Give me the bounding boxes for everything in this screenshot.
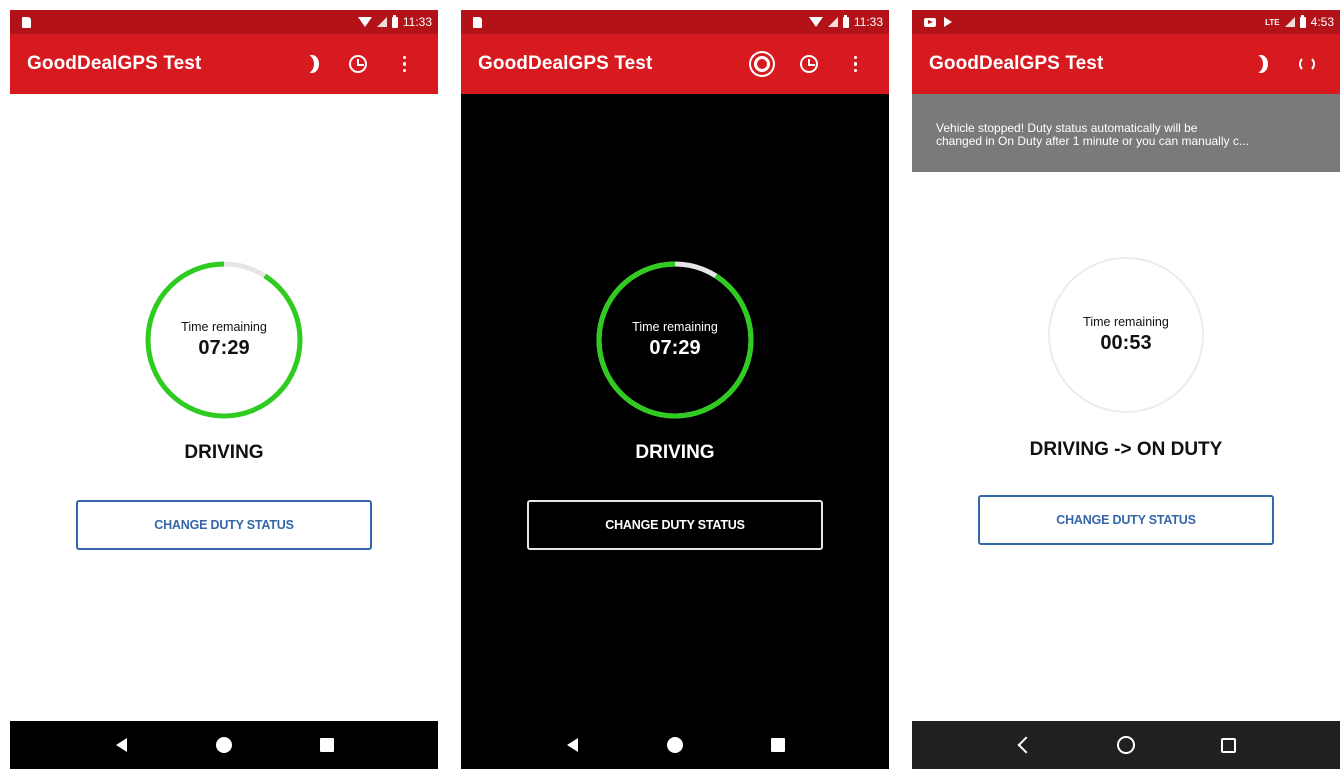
vehicle-stopped-banner: Vehicle stopped! Duty status automatical… [912,94,1340,172]
battery-icon [391,14,398,28]
banner-line-2: changed in On Duty after 1 minute or you… [936,135,1249,148]
moon-icon [1249,55,1263,73]
lte-signal-icon [1284,17,1295,27]
overflow-menu-button[interactable] [832,44,879,84]
nav-home-button[interactable] [1106,725,1146,765]
overflow-menu-icon [853,55,858,73]
app-bar: GoodDealGPS Test [10,34,438,94]
status-bar: LTE 4:53 [912,10,1340,34]
navigation-bar [461,721,889,769]
time-remaining-progress-ring: Time remaining 07:29 [595,260,755,420]
time-remaining-progress-ring: Time remaining 07:29 [144,260,304,420]
app-bar: GoodDealGPS Test [461,34,889,94]
time-remaining-label: Time remaining [632,320,718,334]
nav-back-button[interactable] [1003,725,1043,765]
time-remaining-value: 07:29 [649,337,701,359]
alarm-button[interactable] [334,44,381,84]
nav-recents-button[interactable] [1209,725,1249,765]
main-content: Time remaining 07:29 DRIVING CHANGE DUTY… [10,94,438,721]
back-outline-icon [1017,736,1035,754]
banner-line-1: Vehicle stopped! Duty status automatical… [936,122,1198,135]
phone-screen-dark: 11:33 GoodDealGPS Test Time remaining 07… [461,10,889,769]
navigation-bar [10,721,438,769]
status-time: 11:33 [402,15,432,29]
home-outline-icon [1116,736,1135,754]
app-bar: GoodDealGPS Test [912,34,1340,94]
overflow-menu-button[interactable] [381,44,428,84]
recents-outline-icon [1221,737,1237,753]
alarm-clock-icon [348,55,367,73]
main-content: Time remaining 07:29 DRIVING CHANGE DUTY… [461,94,889,721]
sync-icon [1298,56,1315,72]
back-icon [115,738,127,752]
nav-back-button[interactable] [552,725,592,765]
recents-icon [319,738,334,752]
time-remaining-label: Time remaining [1083,315,1169,329]
home-icon [666,737,683,753]
signal-icon [827,17,838,27]
moon-icon [300,55,314,73]
status-time: 4:53 [1310,15,1334,29]
day-mode-button[interactable] [738,44,785,84]
alarm-button[interactable] [785,44,832,84]
overflow-menu-icon [402,55,407,73]
back-icon [566,738,578,752]
app-title: GoodDealGPS Test [27,53,202,74]
wifi-icon [357,17,372,27]
battery-icon [1299,14,1306,28]
nav-recents-button[interactable] [307,725,347,765]
battery-icon [842,14,849,28]
play-store-icon [944,17,952,27]
navigation-bar [912,721,1340,769]
change-duty-status-button[interactable]: CHANGE DUTY STATUS [527,500,823,550]
night-mode-button[interactable] [287,44,334,84]
duty-status-text: DRIVING [635,442,715,463]
change-duty-status-button[interactable]: CHANGE DUTY STATUS [76,500,372,550]
phone-screen-light: 11:33 GoodDealGPS Test Time remaining 07… [10,10,438,769]
nav-home-button[interactable] [655,725,695,765]
change-duty-status-button[interactable]: CHANGE DUTY STATUS [978,495,1274,545]
status-time: 11:33 [853,15,883,29]
lte-label: LTE [1265,17,1280,27]
time-remaining-progress-ring: Time remaining 00:53 [1046,255,1206,415]
sd-card-icon [473,16,482,28]
sd-card-icon [22,16,31,28]
time-remaining-value: 00:53 [1100,332,1152,354]
night-mode-button[interactable] [1236,44,1283,84]
wifi-icon [808,17,823,27]
time-remaining-value: 07:29 [198,337,250,359]
signal-icon [376,17,387,27]
alarm-clock-icon [799,55,818,73]
time-remaining-label: Time remaining [181,320,267,334]
app-title: GoodDealGPS Test [929,53,1104,74]
app-title: GoodDealGPS Test [478,53,653,74]
phone-screen-with-banner: LTE 4:53 GoodDealGPS Test Vehicle stoppe… [912,10,1340,769]
nav-home-button[interactable] [204,725,244,765]
sun-icon [753,56,770,72]
youtube-icon [924,17,936,27]
duty-status-text: DRIVING -> ON DUTY [1029,439,1223,460]
nav-back-button[interactable] [101,725,141,765]
status-bar: 11:33 [10,10,438,34]
nav-recents-button[interactable] [758,725,798,765]
status-bar: 11:33 [461,10,889,34]
main-content: Time remaining 00:53 DRIVING -> ON DUTY … [912,172,1340,721]
sync-button[interactable] [1283,44,1330,84]
home-icon [215,737,232,753]
recents-icon [770,738,785,752]
duty-status-text: DRIVING [184,442,264,463]
